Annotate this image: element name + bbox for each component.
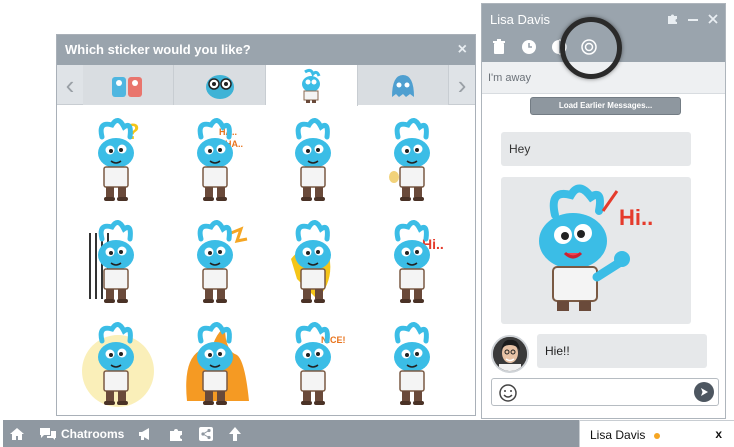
sticker-nervous[interactable] [365, 113, 464, 211]
puzzle-icon[interactable] [666, 12, 679, 25]
sticker-laughing[interactable]: HA.. HA.. [168, 113, 267, 211]
chevron-left-icon[interactable]: ‹ [57, 65, 83, 105]
minimized-chat-tab[interactable]: Lisa Davis x [579, 420, 734, 447]
sticker-hi[interactable]: Hi.. [365, 215, 464, 313]
reply-bubble: Hie!! [537, 334, 707, 368]
message-bubble: Hey [501, 132, 691, 166]
trash-icon[interactable] [490, 38, 508, 56]
chat-bubbles-icon [40, 427, 56, 440]
chat-window: Lisa Davis I'm away Load Earlier Message… [481, 3, 726, 419]
share-icon[interactable] [198, 426, 214, 442]
sticker-picker-title: Which sticker would you like? [65, 42, 251, 57]
sticker-caption: Hi.. [619, 205, 653, 230]
sticker-pack-tab-4[interactable] [357, 65, 450, 105]
highlight-ring [560, 17, 622, 79]
sticker-message: Hi.. [501, 177, 691, 324]
sticker-pack-tabs: ‹ › [57, 65, 475, 106]
sticker-thinking[interactable] [266, 113, 365, 211]
sticker-sad[interactable] [365, 317, 464, 415]
megaphone-icon[interactable] [138, 427, 154, 441]
sticker-grid: ? HA.. HA.. Hi.. NICE! [57, 105, 475, 423]
minimize-icon[interactable] [687, 12, 699, 25]
sticker-rushing[interactable] [266, 215, 365, 313]
clock-icon[interactable] [520, 38, 538, 56]
chatrooms-label: Chatrooms [61, 426, 125, 441]
status-dot [654, 433, 660, 439]
sticker-dancing[interactable] [69, 317, 168, 415]
chat-contact-name: Lisa Davis [490, 12, 550, 27]
send-arrow-icon [701, 388, 708, 396]
sticker-angry[interactable] [168, 215, 267, 313]
sticker-pack-tab-1[interactable] [82, 65, 175, 105]
hi-sticker-image: Hi.. [539, 184, 653, 311]
chat-header: Lisa Davis [482, 4, 725, 79]
avatar [491, 335, 529, 373]
chat-tab-close-button[interactable]: x [715, 427, 722, 441]
chat-window-controls [666, 12, 719, 25]
puzzle-icon[interactable] [168, 426, 184, 442]
app-root: Which sticker would you like? × ‹ › ? HA… [0, 0, 734, 447]
home-icon[interactable] [9, 427, 25, 441]
sticker-confused[interactable]: ? [69, 113, 168, 211]
sticker-picker-header: Which sticker would you like? × [57, 35, 475, 65]
chatrooms-button[interactable]: Chatrooms [39, 427, 124, 441]
sticker-on-fire[interactable] [168, 317, 267, 415]
chevron-right-icon[interactable]: › [449, 65, 475, 105]
close-picker-button[interactable]: × [458, 35, 467, 65]
close-icon[interactable] [707, 12, 719, 25]
sticker-pack-tab-2[interactable] [174, 65, 266, 105]
load-earlier-button[interactable]: Load Earlier Messages... [530, 97, 681, 115]
smiley-icon[interactable] [498, 383, 518, 403]
sticker-wink[interactable]: NICE! [266, 317, 365, 415]
message-composer[interactable] [491, 378, 719, 406]
sticker-picker: Which sticker would you like? × ‹ › ? HA… [56, 34, 476, 416]
send-button[interactable] [694, 382, 714, 402]
chat-tab-name: Lisa Davis [590, 428, 646, 442]
sticker-pack-tab-3[interactable] [266, 65, 358, 106]
sticker-hiding[interactable] [69, 215, 168, 313]
bottom-bar: Chatrooms [3, 420, 579, 447]
arrow-up-icon[interactable] [228, 426, 242, 442]
